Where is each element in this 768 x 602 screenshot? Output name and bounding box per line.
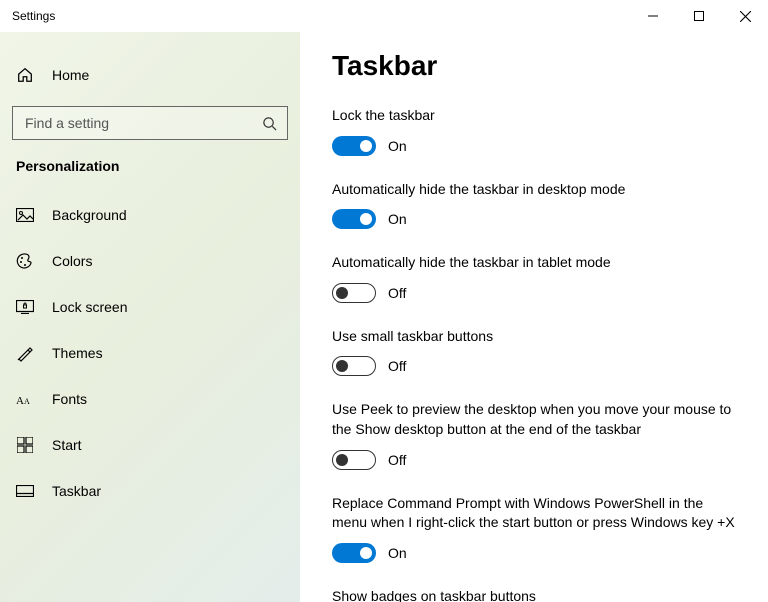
close-button[interactable]	[722, 0, 768, 32]
setting-label: Automatically hide the taskbar in tablet…	[332, 253, 740, 273]
toggle-row: On	[332, 543, 740, 563]
toggle-row: Off	[332, 356, 740, 376]
sidebar-item-background[interactable]: Background	[0, 192, 300, 238]
sidebar-item-label: Start	[52, 437, 82, 453]
sidebar-item-label: Background	[52, 207, 127, 223]
toggle-knob	[360, 547, 372, 559]
toggle-state-label: Off	[388, 452, 406, 468]
nav-home[interactable]: Home	[0, 52, 300, 98]
toggle-switch[interactable]	[332, 283, 376, 303]
sidebar-item-colors[interactable]: Colors	[0, 238, 300, 284]
fonts-icon: AA	[16, 390, 34, 408]
setting-item: Automatically hide the taskbar in tablet…	[332, 253, 740, 303]
setting-label: Lock the taskbar	[332, 106, 740, 126]
setting-label: Use Peek to preview the desktop when you…	[332, 400, 740, 439]
window-controls	[630, 0, 768, 32]
svg-text:A: A	[24, 397, 30, 406]
sidebar-item-lock-screen[interactable]: Lock screen	[0, 284, 300, 330]
minimize-button[interactable]	[630, 0, 676, 32]
setting-label: Use small taskbar buttons	[332, 327, 740, 347]
toggle-state-label: Off	[388, 285, 406, 301]
sidebar-item-fonts[interactable]: AA Fonts	[0, 376, 300, 422]
setting-item: Show badges on taskbar buttonsOn	[332, 587, 740, 602]
toggle-row: On	[332, 209, 740, 229]
toggle-state-label: On	[388, 138, 407, 154]
toggle-knob	[336, 454, 348, 466]
toggle-row: Off	[332, 450, 740, 470]
minimize-icon	[648, 11, 658, 21]
page-title: Taskbar	[332, 50, 740, 82]
setting-item: Lock the taskbar On	[332, 106, 740, 156]
sidebar-item-label: Themes	[52, 345, 103, 361]
home-icon	[16, 66, 34, 84]
toggle-state-label: On	[388, 211, 407, 227]
close-icon	[740, 11, 751, 22]
setting-item: Automatically hide the taskbar in deskto…	[332, 180, 740, 230]
toggle-row: Off	[332, 283, 740, 303]
setting-item: Replace Command Prompt with Windows Powe…	[332, 494, 740, 563]
toggle-state-label: On	[388, 545, 407, 561]
sidebar: Home Personalization Background Colors	[0, 32, 300, 602]
taskbar-icon	[16, 482, 34, 500]
setting-label: Replace Command Prompt with Windows Powe…	[332, 494, 740, 533]
toggle-switch[interactable]	[332, 136, 376, 156]
search-icon	[262, 116, 277, 131]
sidebar-item-label: Fonts	[52, 391, 87, 407]
toggle-switch[interactable]	[332, 356, 376, 376]
setting-label: Show badges on taskbar buttons	[332, 587, 740, 602]
sidebar-item-label: Colors	[52, 253, 92, 269]
sidebar-item-label: Taskbar	[52, 483, 101, 499]
toggle-state-label: Off	[388, 358, 406, 374]
content-area: Taskbar Lock the taskbar On Automatically …	[300, 32, 768, 602]
setting-label: Automatically hide the taskbar in deskto…	[332, 180, 740, 200]
palette-icon	[16, 252, 34, 270]
svg-text:A: A	[16, 395, 24, 406]
lock-screen-icon	[16, 298, 34, 316]
start-icon	[16, 436, 34, 454]
sidebar-item-start[interactable]: Start	[0, 422, 300, 468]
toggle-switch[interactable]	[332, 543, 376, 563]
window-title: Settings	[12, 9, 630, 23]
setting-item: Use Peek to preview the desktop when you…	[332, 400, 740, 469]
sidebar-item-taskbar[interactable]: Taskbar	[0, 468, 300, 514]
sidebar-item-themes[interactable]: Themes	[0, 330, 300, 376]
nav-home-label: Home	[52, 67, 89, 83]
search-input[interactable]	[23, 114, 262, 132]
search-box[interactable]	[12, 106, 288, 140]
toggle-row: On	[332, 136, 740, 156]
toggle-switch[interactable]	[332, 450, 376, 470]
themes-icon	[16, 344, 34, 362]
maximize-icon	[694, 11, 704, 21]
maximize-button[interactable]	[676, 0, 722, 32]
picture-icon	[16, 206, 34, 224]
titlebar: Settings	[0, 0, 768, 32]
sidebar-item-label: Lock screen	[52, 299, 127, 315]
category-label: Personalization	[0, 150, 300, 192]
toggle-knob	[360, 140, 372, 152]
toggle-knob	[336, 360, 348, 372]
setting-item: Use small taskbar buttons Off	[332, 327, 740, 377]
toggle-knob	[336, 287, 348, 299]
toggle-switch[interactable]	[332, 209, 376, 229]
toggle-knob	[360, 213, 372, 225]
